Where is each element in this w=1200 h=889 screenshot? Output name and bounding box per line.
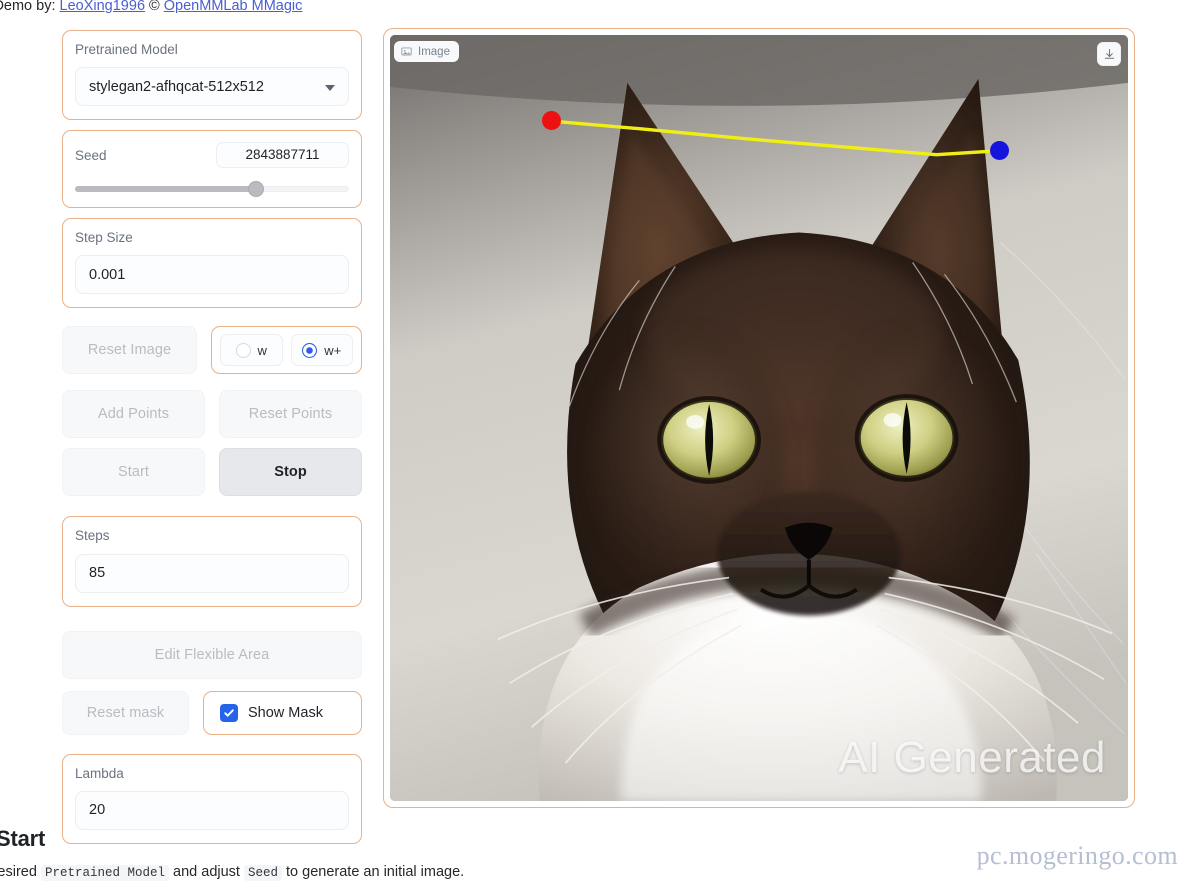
radio-selected-icon [302,342,318,358]
show-mask-container[interactable]: Show Mask [203,690,362,735]
pretrained-model-value: stylegan2-afhqcat-512x512 [89,78,264,95]
radio-option-wplus-label: w+ [324,342,342,358]
controls-column: Pretrained Model stylegan2-afhqcat-512x5… [62,30,362,854]
lambda-input[interactable]: 20 [75,790,349,830]
site-watermark: pc.mogeringo.com [976,841,1178,870]
points-button-row: Add Points Reset Points [62,390,362,439]
show-mask-checkbox[interactable] [220,703,238,722]
radio-option-wplus[interactable]: w+ [290,334,353,367]
inline-code-pretrained-model: Pretrained Model [40,865,169,881]
seed-slider-fill [75,186,256,193]
instruction-text-after: to generate an initial image. [286,864,465,880]
reset-mask-button[interactable]: Reset mask [62,690,189,735]
image-canvas[interactable]: Image AI Generated [390,35,1128,801]
app-root: adio Demo by: LeoXing1996 © OpenMMLab MM… [0,0,1200,889]
reset-points-button[interactable]: Reset Points [219,390,362,439]
instruction-text-middle: and adjust [173,864,240,880]
quick-start-section: ck Start ect desired Pretrained Model an… [0,826,586,881]
steps-input[interactable]: 85 [75,553,349,593]
radio-option-w[interactable]: w [220,334,283,367]
steps-panel: Steps 85 [62,516,362,607]
seed-slider-thumb[interactable] [247,181,264,198]
image-output-panel: Image AI Generated [383,28,1135,808]
edit-flexible-area-button[interactable]: Edit Flexible Area [62,630,362,679]
page-header: adio Demo by: LeoXing1996 © OpenMMLab MM… [0,0,302,14]
download-icon [1104,48,1114,59]
header-prefix-text: adio Demo by: [0,0,56,14]
copyright-symbol: © [149,0,160,14]
quick-start-instruction: ect desired Pretrained Model and adjust … [0,864,586,881]
quick-start-heading: ck Start [0,826,46,851]
step-size-panel: Step Size 0.001 [62,218,362,309]
seed-input[interactable]: 2843887711 [216,142,349,169]
pretrained-model-label: Pretrained Model [75,42,178,57]
organization-link[interactable]: OpenMMLab MMagic [164,0,303,14]
reset-and-latent-row: Reset Image w w+ [62,326,362,375]
author-link[interactable]: LeoXing1996 [60,0,145,14]
seed-slider[interactable] [75,181,349,198]
chevron-down-icon [325,84,335,91]
lambda-label: Lambda [75,765,124,781]
image-panel-badge: Image [394,41,459,62]
step-size-label: Step Size [75,230,133,246]
show-mask-label: Show Mask [248,704,323,721]
seed-panel: Seed 2843887711 [62,130,362,209]
step-size-input[interactable]: 0.001 [75,255,349,295]
radio-option-w-label: w [257,342,267,358]
reset-image-button[interactable]: Reset Image [62,326,197,375]
instruction-text-before: ect desired [0,864,37,880]
generated-cat-image [390,35,1128,801]
download-button[interactable] [1097,42,1121,66]
radio-unselected-icon [235,342,251,358]
image-icon [401,47,412,56]
seed-label: Seed [75,147,107,163]
start-button[interactable]: Start [62,448,205,497]
mask-row: Reset mask Show Mask [62,690,362,735]
pretrained-model-panel: Pretrained Model stylegan2-afhqcat-512x5… [62,30,362,121]
ai-generated-watermark: AI Generated [838,733,1106,782]
pretrained-model-dropdown[interactable]: stylegan2-afhqcat-512x512 [75,67,349,107]
run-button-row: Start Stop [62,448,362,497]
inline-code-seed: Seed [243,865,282,881]
stop-button[interactable]: Stop [219,448,362,497]
add-points-button[interactable]: Add Points [62,390,205,439]
latent-space-radio-group: w w+ [211,326,362,375]
steps-label: Steps [75,528,110,544]
flexible-area-row: Edit Flexible Area [62,630,362,679]
image-panel-badge-label: Image [418,45,450,58]
